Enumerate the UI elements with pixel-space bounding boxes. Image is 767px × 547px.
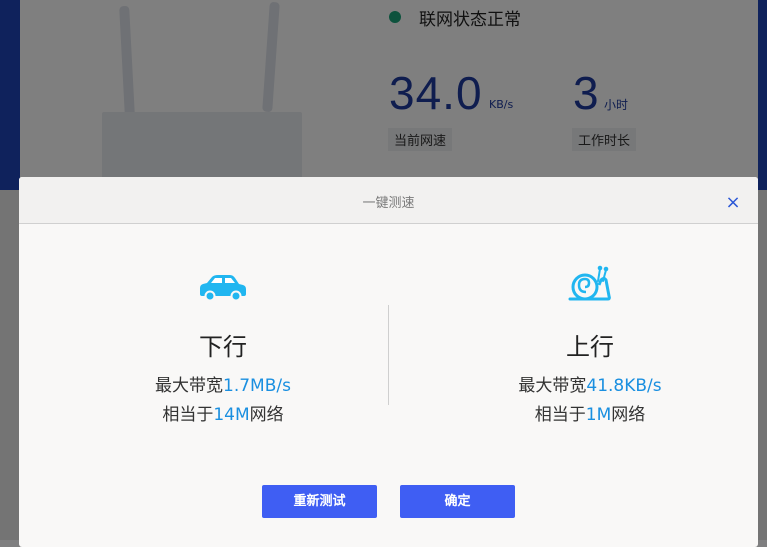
download-bandwidth: 最大带宽1.7MB/s xyxy=(73,371,373,396)
equivalent-prefix: 相当于 xyxy=(534,405,586,425)
upload-bandwidth-value: 41.8KB/s xyxy=(586,376,662,396)
dialog-title: 一键测速 xyxy=(362,196,415,211)
bandwidth-label: 最大带宽 xyxy=(518,376,587,396)
equivalent-prefix: 相当于 xyxy=(162,405,214,425)
retest-button[interactable]: 重新测试 xyxy=(262,485,377,518)
dialog-header: 一键测速 × xyxy=(19,177,758,224)
snail-icon xyxy=(568,265,611,301)
close-button[interactable]: × xyxy=(723,193,743,213)
download-bandwidth-value: 1.7MB/s xyxy=(223,376,291,396)
upload-equivalent: 相当于1M网络 xyxy=(440,400,740,425)
upload-panel: 上行 最大带宽41.8KB/s 相当于1M网络 xyxy=(440,265,740,425)
equivalent-suffix: 网络 xyxy=(611,405,646,425)
upload-bandwidth: 最大带宽41.8KB/s xyxy=(440,371,740,396)
equivalent-suffix: 网络 xyxy=(249,405,284,425)
upload-title: 上行 xyxy=(566,333,614,361)
download-title: 下行 xyxy=(199,333,247,361)
upload-equivalent-value: 1M xyxy=(585,405,612,425)
confirm-button[interactable]: 确定 xyxy=(400,485,515,518)
bandwidth-label: 最大带宽 xyxy=(155,376,224,396)
download-equivalent-value: 14M xyxy=(213,405,250,425)
download-panel: 下行 最大带宽1.7MB/s 相当于14M网络 xyxy=(73,273,373,425)
car-icon xyxy=(200,275,246,302)
download-equivalent: 相当于14M网络 xyxy=(73,400,373,425)
speed-test-dialog: 一键测速 × 下行 最大带宽1.7MB/s 相当于14M网络 上行 最大带宽41… xyxy=(19,177,758,547)
column-divider xyxy=(388,305,389,405)
